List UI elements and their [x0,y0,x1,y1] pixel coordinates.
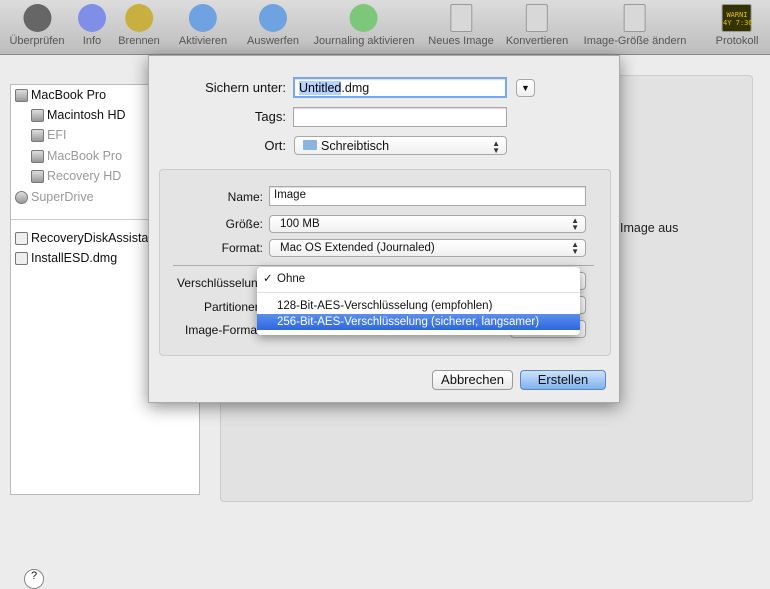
popup-arrows-icon: ▲ ▼ [571,240,579,256]
checkmark-icon: ✓ [263,273,273,285]
toolbar-button-burn[interactable]: Brennen [118,4,160,47]
menu-item-label: 128-Bit-AES-Verschlüsselung (empfohlen) [277,300,493,312]
toolbar: Überprüfen Info Brennen Aktivieren Auswerfen… [0,0,770,55]
new-image-icon [450,4,472,32]
tags-field[interactable] [293,107,507,127]
options-divider [173,265,594,266]
save-as-extension: .dmg [341,81,370,95]
popup-arrows-icon: ▲ ▼ [571,216,579,232]
eject-icon [258,4,287,32]
optical-disc-icon [15,190,28,204]
new-image-dialog: Sichern unter: Untitled.dmg ▼ Tags: Ort:… [148,55,620,403]
item-label: InstallESD.dmg [31,251,118,265]
image-format-label: Image-Format: [185,323,264,337]
create-button[interactable]: Erstellen [520,370,606,390]
toolbar-button-label: Konvertieren [505,35,569,47]
item-label: Recovery HD [47,169,122,183]
volume-icon [31,128,44,142]
encryption-label: Verschlüsselung: [177,276,268,290]
save-as-field[interactable]: Untitled.dmg [293,77,507,98]
info-icon [78,4,106,32]
expand-dialog-button[interactable]: ▼ [516,79,535,97]
menu-item-none[interactable]: ✓ Ohne [257,271,580,287]
where-label: Ort: [264,138,286,153]
journaling-icon [349,4,378,32]
volume-icon [31,108,44,122]
save-as-selected-text: Untitled [299,81,342,95]
toolbar-button-label: Brennen [118,35,160,47]
partitions-label: Partitionen: [204,300,265,314]
mount-icon [188,4,217,32]
item-label: Macintosh HD [47,108,126,122]
folder-icon [303,140,317,150]
toolbar-button-label: Image-Größe ändern [583,35,687,47]
tags-label: Tags: [254,109,286,124]
toolbar-button-info[interactable]: Info [78,4,106,47]
encryption-menu[interactable]: ✓ Ohne 128-Bit-AES-Verschlüsselung (empfo… [257,267,580,335]
popup-arrows-icon: ▲ ▼ [492,139,500,155]
help-button[interactable]: ? [24,569,44,589]
menu-separator [257,292,580,293]
toolbar-button-convert[interactable]: Konvertieren [506,4,568,47]
dmg-file-icon [15,231,28,245]
toolbar-button-journaling[interactable]: Journaling aktivieren [313,4,415,47]
convert-icon [526,4,548,32]
where-popup[interactable]: Schreibtisch ▲ ▼ [294,136,507,155]
item-label: MacBook Pro [31,88,107,102]
toolbar-button-mount[interactable]: Aktivieren [179,4,227,47]
toolbar-button-microscope[interactable]: Überprüfen [9,4,65,47]
volume-icon [31,149,44,163]
toolbar-button-resize-image[interactable]: Image-Größe ändern [583,4,687,47]
toolbar-button-label: Protokoll [715,35,759,47]
item-label: SuperDrive [31,190,94,204]
disk-icon [15,88,28,102]
toolbar-button-new-image[interactable]: Neues Image [428,4,494,47]
sidebar-item-macbook-pro[interactable]: MacBook Pro [15,88,106,102]
sidebar-item-installesd[interactable]: InstallESD.dmg [15,251,117,265]
toolbar-button-label: Info [82,35,102,47]
menu-item-label: Ohne [277,273,306,285]
toolbar-button-log[interactable]: WARNI 4Y 7:36 Protokoll [715,4,759,47]
menu-item-aes-256[interactable]: 256-Bit-AES-Verschlüsselung (sicherer, l… [257,314,580,330]
toolbar-button-label: Auswerfen [247,35,299,47]
toolbar-button-label: Neues Image [428,35,494,47]
save-as-label: Sichern unter: [205,80,286,95]
sidebar-item-macintosh-hd[interactable]: Macintosh HD [31,108,126,122]
format-value: Mac OS Extended (Journaled) [280,242,435,254]
where-value: Schreibtisch [321,139,390,153]
name-field[interactable]: Image [269,186,586,206]
volume-icon [31,169,44,183]
format-label: Format: [221,241,263,255]
menu-item-label: 256-Bit-AES-Verschlüsselung (sicherer, l… [277,316,540,328]
size-label: Größe: [225,217,263,231]
dmg-file-icon [15,251,28,265]
toolbar-button-label: Aktivieren [178,35,228,47]
toolbar-button-eject[interactable]: Auswerfen [247,4,299,47]
resize-image-icon [624,4,646,32]
burn-icon [125,4,153,32]
format-popup[interactable]: Mac OS Extended (Journaled) ▲ ▼ [269,239,586,257]
sidebar-item-superdrive[interactable]: SuperDrive [15,190,94,204]
sidebar-item-recovery-hd[interactable]: Recovery HD [31,169,121,183]
size-popup[interactable]: 100 MB ▲ ▼ [269,215,586,233]
sidebar-item-macbook-pro-volume[interactable]: MacBook Pro [31,149,122,163]
item-label: MacBook Pro [47,149,123,163]
cancel-button[interactable]: Abbrechen [432,370,513,390]
item-label: EFI [47,128,67,142]
log-icon-text: 4Y 7:36 [722,19,753,27]
toolbar-button-label: Journaling aktivieren [313,35,415,47]
background-text: Image aus [620,221,679,235]
size-value: 100 MB [280,218,320,230]
toolbar-button-label: Überprüfen [9,35,65,47]
name-label: Name: [227,190,263,204]
log-icon-text: WARNI [726,11,748,19]
menu-item-aes-128[interactable]: 128-Bit-AES-Verschlüsselung (empfohlen) [257,298,580,314]
microscope-icon [22,4,51,32]
log-icon: WARNI 4Y 7:36 [721,4,753,32]
sidebar-item-efi[interactable]: EFI [31,128,66,142]
